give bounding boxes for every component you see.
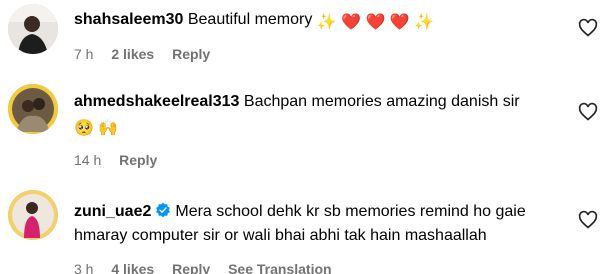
reply-button[interactable]: Reply — [172, 46, 210, 62]
comment-text: Beautiful memory — [187, 11, 313, 28]
comment-body: shahsaleem30 Beautiful memory ✨ ❤️ ❤️ ❤️… — [74, 8, 568, 63]
comment-time: 14 h — [74, 152, 102, 168]
comment-body: ahmedshakeelreal313 Bachpan memories ama… — [74, 90, 568, 169]
comment-likes[interactable]: 2 likes — [111, 46, 154, 62]
comment-username[interactable]: ahmedshakeelreal313 — [74, 93, 239, 110]
avatar[interactable] — [8, 84, 58, 134]
like-heart-icon[interactable] — [578, 102, 598, 122]
reply-button[interactable]: Reply — [119, 152, 157, 168]
comment-time: 7 h — [74, 46, 94, 62]
see-translation-link[interactable]: See Translation — [228, 261, 331, 274]
comment-text-line: shahsaleem30 Beautiful memory ✨ ❤️ ❤️ ❤️… — [74, 8, 568, 35]
avatar[interactable] — [8, 190, 58, 240]
comment-meta: 14 h Reply — [74, 151, 568, 169]
comment-meta: 3 h 4 likes Reply See Translation — [74, 260, 568, 274]
comment-item: ahmedshakeelreal313 Bachpan memories ama… — [0, 82, 608, 174]
comment-text-line-2: hmaray computer sir or wali bhai abhi ta… — [74, 224, 568, 248]
reply-button[interactable]: Reply — [172, 261, 210, 274]
comment-text-line: ahmedshakeelreal313 Bachpan memories ama… — [74, 90, 568, 114]
comment-text-continued: hmaray computer sir or wali bhai abhi ta… — [74, 227, 487, 244]
avatar[interactable] — [8, 4, 58, 54]
like-heart-icon[interactable] — [578, 18, 598, 38]
comment-username[interactable]: zuni_uae2 — [74, 203, 151, 220]
comment-meta: 7 h 2 likes Reply — [74, 45, 568, 63]
comment-text: Mera school dehk kr sb memories remind h… — [175, 203, 526, 220]
comment-username[interactable]: shahsaleem30 — [74, 11, 183, 28]
comment-likes[interactable]: 4 likes — [111, 261, 154, 274]
comment-body: zuni_uae2 Mera school dehk kr sb memorie… — [74, 200, 568, 274]
verified-badge-icon — [156, 202, 171, 218]
comments-list: shahsaleem30 Beautiful memory ✨ ❤️ ❤️ ❤️… — [0, 0, 608, 274]
comment-text-line: zuni_uae2 Mera school dehk kr sb memorie… — [74, 200, 568, 224]
avatar-photo — [8, 84, 58, 134]
emoji-sequence: 🥺 🙌 — [74, 120, 119, 137]
avatar-photo — [8, 4, 58, 54]
comment-item: shahsaleem30 Beautiful memory ✨ ❤️ ❤️ ❤️… — [0, 0, 608, 82]
comment-text-line-2: 🥺 🙌 — [74, 114, 568, 141]
avatar-photo — [8, 190, 58, 240]
comment-item: zuni_uae2 Mera school dehk kr sb memorie… — [0, 182, 608, 274]
like-heart-icon[interactable] — [578, 210, 598, 230]
comment-text: Bachpan memories amazing danish sir — [243, 93, 520, 110]
emoji-sequence: ✨ ❤️ ❤️ ❤️ ✨ — [316, 14, 435, 31]
comment-time: 3 h — [74, 261, 94, 274]
